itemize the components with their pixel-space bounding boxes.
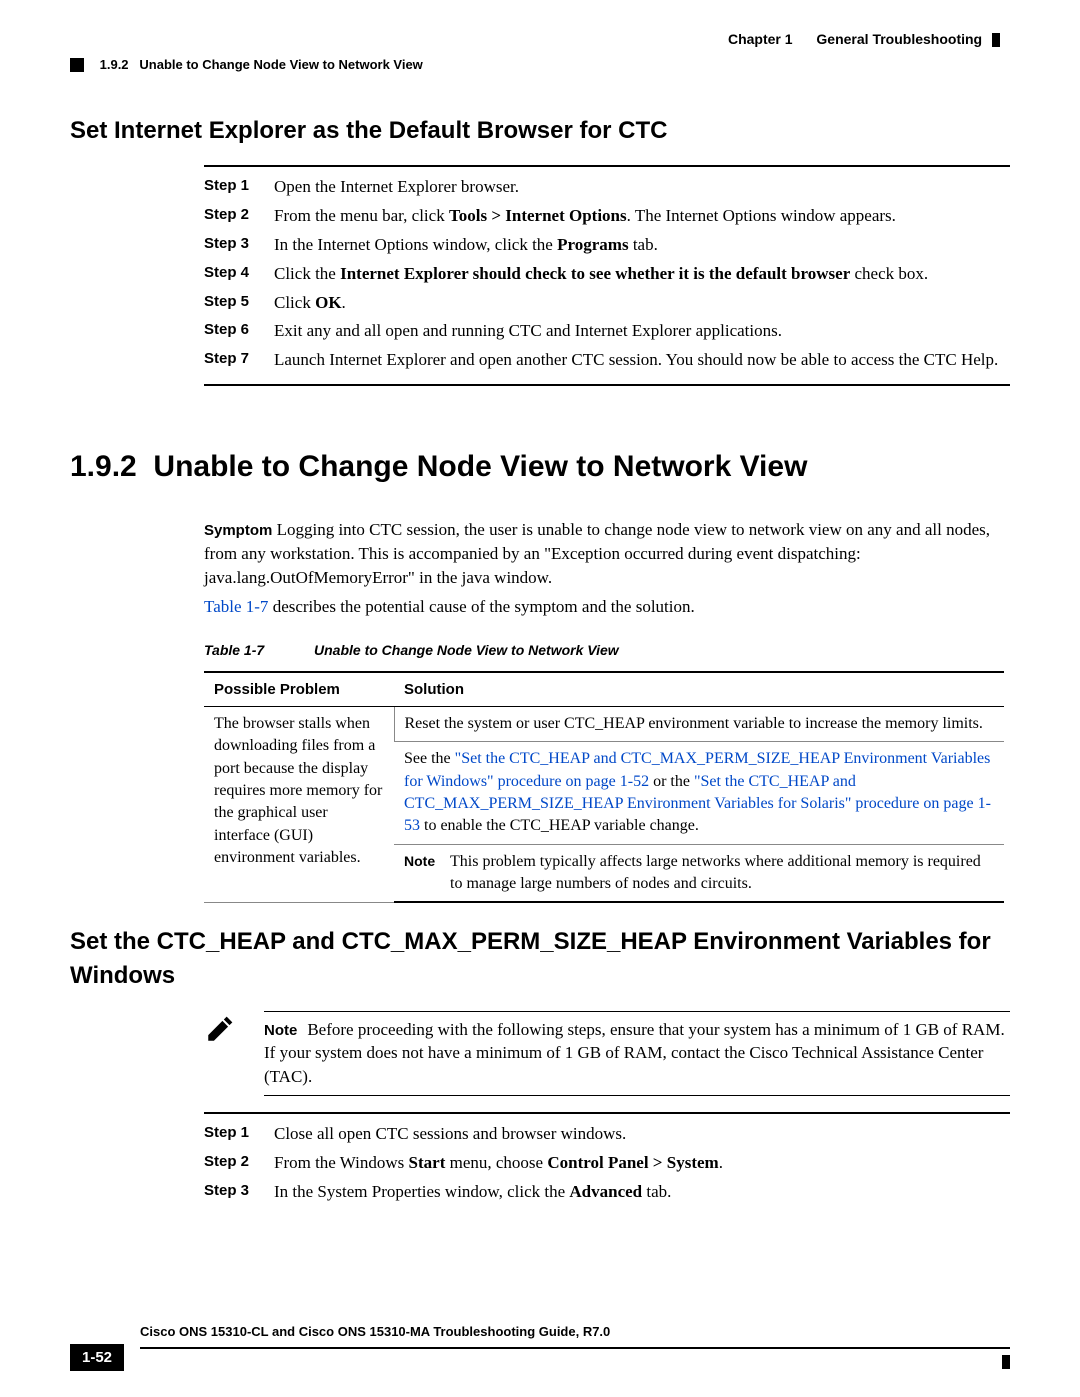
table-caption-title: Unable to Change Node View to Network Vi… [314,642,619,658]
document-page: Chapter 1 General Troubleshooting 1.9.2 … [0,0,1080,1397]
step-text: Launch Internet Explorer and open anothe… [274,348,1010,372]
sub-header: 1.9.2 Unable to Change Node View to Netw… [70,56,1010,74]
header-start-mark [70,58,84,72]
subsec-title: Unable to Change Node View to Network Vi… [139,57,422,72]
step-row: Step 1 Open the Internet Explorer browse… [204,175,1010,199]
step-label: Step 7 [204,348,274,372]
cell-note: Note This problem typically affects larg… [394,844,1004,902]
note-text: Before proceeding with the following ste… [264,1020,1005,1087]
step-text: Click OK. [274,291,1010,315]
rule [204,1112,1010,1114]
note-label: Note [264,1022,297,1039]
cell-solution-2: See the "Set the CTC_HEAP and CTC_MAX_PE… [394,742,1004,845]
description-paragraph: Table 1-7 describes the potential cause … [204,595,1010,619]
subsec-num: 1.9.2 [100,57,129,72]
table-link[interactable]: Table 1-7 [204,597,268,616]
troubleshooting-table: Possible Problem Solution The browser st… [204,671,1004,904]
rule [204,165,1010,167]
footer-end-mark [1002,1355,1010,1369]
symptom-label: Symptom [204,522,272,539]
step-text: In the System Properties window, click t… [274,1180,1010,1204]
col-solution: Solution [394,672,1004,707]
note-body: NoteBefore proceeding with the following… [264,1011,1010,1096]
step-text: From the menu bar, click Tools > Interne… [274,204,1010,228]
step-row: Step 2 From the menu bar, click Tools > … [204,204,1010,228]
step-text: From the Windows Start menu, choose Cont… [274,1151,1010,1175]
section-label: General Troubleshooting [816,31,982,47]
step-label: Step 3 [204,233,274,257]
cell-solution-1: Reset the system or user CTC_HEAP enviro… [394,706,1004,741]
running-header: Chapter 1 General Troubleshooting [70,30,1010,50]
step-label: Step 6 [204,319,274,343]
step-row: Step 6 Exit any and all open and running… [204,319,1010,343]
step-text: Exit any and all open and running CTC an… [274,319,1010,343]
step-row: Step 1 Close all open CTC sessions and b… [204,1122,1010,1146]
step-text: Click the Internet Explorer should check… [274,262,1010,286]
rule [204,384,1010,386]
note-text: This problem typically affects large net… [450,851,994,896]
step-row: Step 4 Click the Internet Explorer shoul… [204,262,1010,286]
section-heading: 1.9.2 Unable to Change Node View to Netw… [70,446,1010,488]
page-number: 1-52 [70,1344,124,1371]
step-text: Open the Internet Explorer browser. [274,175,1010,199]
step-label: Step 2 [204,1151,274,1175]
pencil-icon [204,1011,264,1096]
desc-rest: describes the potential cause of the sym… [268,597,694,616]
section-number: 1.9.2 [70,450,137,483]
step-label: Step 1 [204,1122,274,1146]
page-number-value: 1-52 [70,1344,124,1371]
cell-problem: The browser stalls when downloading file… [204,706,394,902]
section-title: Unable to Change Node View to Network Vi… [153,450,807,483]
step-label: Step 1 [204,175,274,199]
step-text: Close all open CTC sessions and browser … [274,1122,1010,1146]
table-row: The browser stalls when downloading file… [204,706,1004,741]
procedure-heading: Set the CTC_HEAP and CTC_MAX_PERM_SIZE_H… [70,925,1010,992]
col-possible-problem: Possible Problem [204,672,394,707]
table-caption: Table 1-7Unable to Change Node View to N… [204,641,1010,661]
step-row: Step 2 From the Windows Start menu, choo… [204,1151,1010,1175]
chapter-label: Chapter 1 [728,31,793,47]
table-number: Table 1-7 [204,641,314,661]
footer-rule [140,1347,1010,1349]
step-row: Step 3 In the Internet Options window, c… [204,233,1010,257]
step-text: In the Internet Options window, click th… [274,233,1010,257]
note-label: Note [404,853,435,869]
step-row: Step 7 Launch Internet Explorer and open… [204,348,1010,372]
header-end-mark [992,33,1000,47]
procedure-heading: Set Internet Explorer as the Default Bro… [70,114,1010,148]
step-label: Step 2 [204,204,274,228]
step-label: Step 3 [204,1180,274,1204]
step-label: Step 5 [204,291,274,315]
step-row: Step 3 In the System Properties window, … [204,1180,1010,1204]
step-label: Step 4 [204,262,274,286]
note-callout: NoteBefore proceeding with the following… [204,1011,1010,1096]
footer-doc-title: Cisco ONS 15310-CL and Cisco ONS 15310-M… [140,1323,610,1341]
table-header-row: Possible Problem Solution [204,672,1004,707]
step-row: Step 5 Click OK. [204,291,1010,315]
symptom-text: Logging into CTC session, the user is un… [204,520,990,587]
symptom-paragraph: Symptom Logging into CTC session, the us… [204,518,1010,589]
